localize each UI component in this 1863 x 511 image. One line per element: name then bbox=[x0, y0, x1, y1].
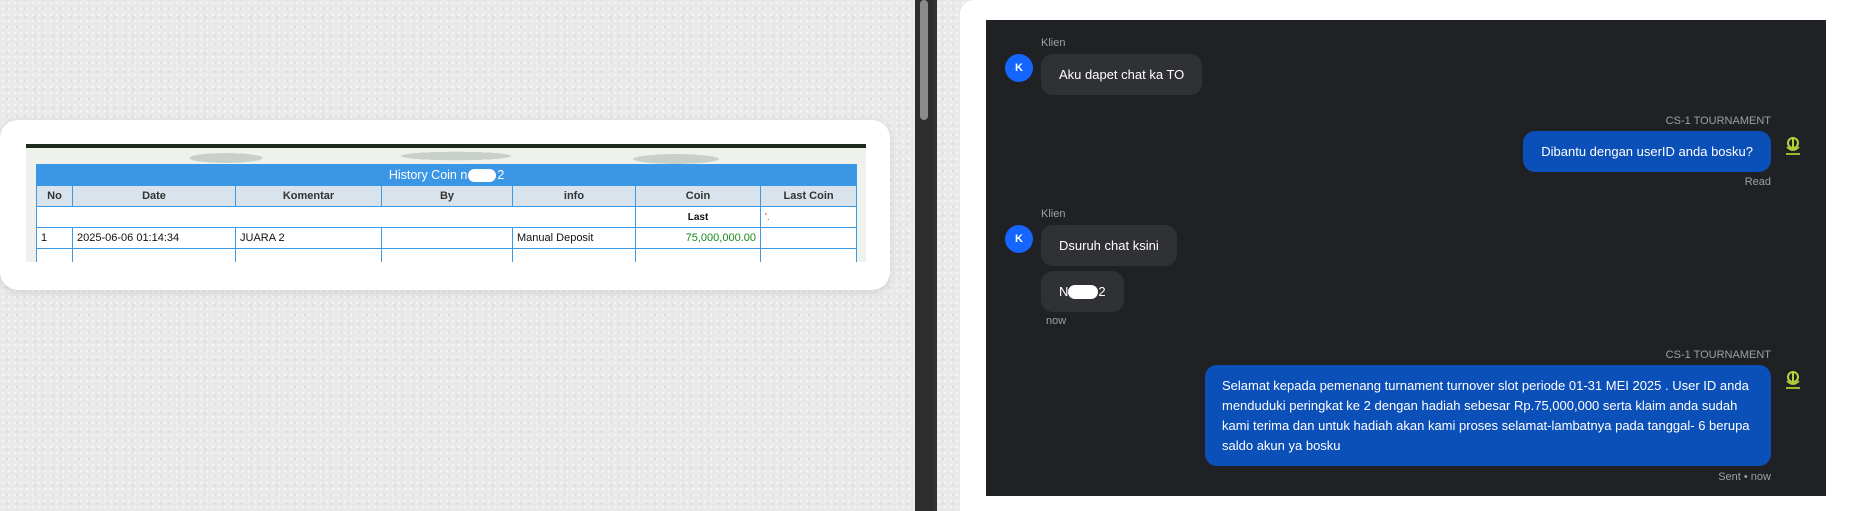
cell-coin: 75,000,000.00 bbox=[635, 227, 761, 249]
col-header-last-coin: Last Coin bbox=[759, 185, 858, 207]
cell-no: 1 bbox=[36, 227, 73, 249]
redacted-prefix: N bbox=[1059, 284, 1069, 299]
message-bubble-outgoing-long: Selamat kepada pemenang turnament turnov… bbox=[1205, 365, 1771, 466]
history-coin-card: History Coin n 2 No Date Komentar By info… bbox=[0, 120, 890, 290]
cell-partial bbox=[381, 248, 513, 262]
redacted-suffix: 2 bbox=[1098, 284, 1106, 299]
message-bubble-incoming: Aku dapet chat ka TO bbox=[1041, 54, 1203, 95]
message-bubble-incoming-redacted: N2 bbox=[1041, 271, 1124, 312]
sender-label-client: Klien bbox=[1041, 208, 1066, 220]
client-avatar: K bbox=[1005, 225, 1033, 253]
message-status-sent: Sent • now bbox=[1718, 471, 1771, 483]
table-title-suffix: 2 bbox=[497, 167, 505, 182]
col-header-date: Date bbox=[72, 185, 236, 207]
sender-label-agent: CS-1 TOURNAMENT bbox=[1665, 115, 1771, 127]
redacted-mask bbox=[1068, 284, 1099, 299]
vertical-scrollbar[interactable] bbox=[915, 0, 933, 511]
scrollbar-thumb[interactable] bbox=[920, 0, 928, 120]
message-bubble-incoming: Dsuruh chat ksini bbox=[1041, 225, 1177, 266]
cell-partial bbox=[235, 248, 382, 262]
cell-partial bbox=[512, 248, 636, 262]
redacted-mask bbox=[468, 169, 497, 183]
last-summary-spacer bbox=[36, 206, 636, 228]
col-header-no: No bbox=[36, 185, 73, 207]
col-header-coin: Coin bbox=[635, 185, 761, 207]
sender-label-agent: CS-1 TOURNAMENT bbox=[1665, 349, 1771, 361]
cell-last-coin bbox=[759, 227, 858, 249]
cell-komentar: JUARA 2 bbox=[235, 227, 382, 249]
cell-partial bbox=[72, 248, 236, 262]
table-row-partial bbox=[36, 248, 858, 262]
cell-by bbox=[381, 227, 513, 249]
message-time: now bbox=[1046, 315, 1067, 327]
cell-info: Manual Deposit bbox=[512, 227, 636, 249]
panel-divider bbox=[933, 0, 937, 511]
col-header-info: info bbox=[512, 185, 636, 207]
table-title-prefix: History Coin n bbox=[388, 167, 468, 182]
last-label: Last bbox=[635, 206, 761, 228]
cell-partial bbox=[635, 248, 761, 262]
long-message-text: Selamat kepada pemenang turnament turnov… bbox=[1222, 377, 1750, 453]
history-frame: History Coin n 2 No Date Komentar By info… bbox=[26, 144, 866, 262]
history-coin-table: History Coin n 2 No Date Komentar By info… bbox=[35, 164, 858, 262]
col-header-by: By bbox=[381, 185, 513, 207]
sender-label-client: Klien bbox=[1041, 37, 1066, 49]
table-row: 1 2025-06-06 01:14:34 JUARA 2 Manual Dep… bbox=[36, 227, 858, 249]
agent-logo-icon bbox=[1779, 367, 1807, 395]
client-avatar: K bbox=[1005, 54, 1033, 82]
message-bubble-outgoing: Dibantu dengan userID anda bosku? bbox=[1523, 131, 1771, 172]
col-header-komentar: Komentar bbox=[235, 185, 382, 207]
last-value: '. bbox=[759, 206, 858, 228]
table-header-row: No Date Komentar By info Coin Last Coin bbox=[36, 185, 858, 207]
chat-conversation: Klien K Aku dapet chat ka TO CS-1 TOURNA… bbox=[986, 20, 1826, 496]
cell-partial bbox=[36, 248, 73, 262]
agent-logo-icon bbox=[1779, 133, 1807, 161]
cell-date: 2025-06-06 01:14:34 bbox=[72, 227, 236, 249]
table-title: History Coin n 2 bbox=[35, 164, 858, 186]
last-summary-row: Last '. bbox=[36, 206, 858, 228]
table-title-row: History Coin n 2 bbox=[35, 164, 858, 186]
message-status-read: Read bbox=[1744, 176, 1771, 188]
cell-partial bbox=[759, 248, 858, 262]
